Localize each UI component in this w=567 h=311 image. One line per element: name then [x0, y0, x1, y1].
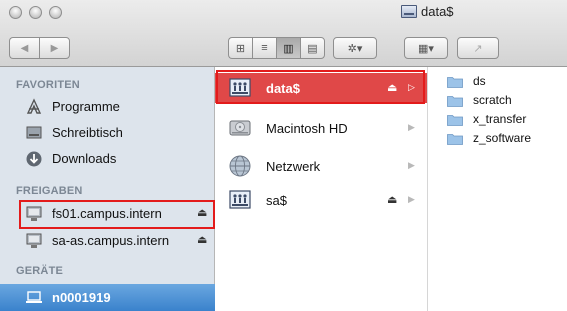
- list-item-label: scratch: [473, 93, 512, 107]
- window-title-text: data$: [421, 4, 454, 19]
- list-item-folder[interactable]: x_transfer: [429, 111, 567, 129]
- applications-icon: [26, 98, 42, 114]
- list-item-label: x_transfer: [473, 112, 527, 126]
- finder-window: data$ ◀ ▶ ⊞ ≡ ▥ ▤ ✲▾ ▦▾ ↗ FAVORITEN Prog…: [0, 0, 567, 311]
- network-volume-icon: [229, 78, 251, 97]
- network-share-icon: [401, 5, 417, 18]
- list-item-label: Netzwerk: [266, 159, 321, 174]
- forward-arrow-icon: ▶: [50, 42, 59, 54]
- server-icon: [26, 206, 42, 221]
- sidebar-item-label: Programme: [52, 99, 120, 114]
- column-folders: ds scratch x_transfer z_software: [429, 67, 567, 311]
- coverflow-view-icon: ▤: [307, 42, 318, 55]
- list-item-data$[interactable]: data$ ⏏ ▷: [215, 73, 427, 103]
- hard-drive-icon: [229, 120, 251, 136]
- downloads-icon: [26, 151, 42, 167]
- share-button[interactable]: ↗: [457, 37, 499, 59]
- chevron-right-icon: ▷: [408, 82, 415, 92]
- chevron-right-icon: ▶: [408, 122, 415, 132]
- server-icon: [26, 233, 42, 248]
- laptop-icon: [26, 291, 42, 303]
- list-item-netzwerk[interactable]: Netzwerk ▶: [215, 151, 427, 181]
- list-item-folder[interactable]: scratch: [429, 92, 567, 110]
- eject-icon[interactable]: ⏏: [387, 81, 397, 94]
- list-item-sa$[interactable]: sa$ ⏏ ▶: [215, 185, 427, 215]
- list-item-label: Macintosh HD: [266, 121, 348, 136]
- back-arrow-icon: ◀: [20, 42, 29, 54]
- toolbar: data$ ◀ ▶ ⊞ ≡ ▥ ▤ ✲▾ ▦▾ ↗: [0, 0, 567, 67]
- view-columns-button[interactable]: ▥: [276, 37, 300, 59]
- folder-icon: [447, 115, 463, 126]
- list-item-folder[interactable]: z_software: [429, 130, 567, 148]
- folder-icon: [447, 77, 463, 88]
- network-globe-icon: [229, 155, 251, 177]
- list-item-folder[interactable]: ds: [429, 73, 567, 91]
- eject-icon[interactable]: ⏏: [387, 193, 397, 206]
- folder-icon: [447, 134, 463, 145]
- list-item-label: sa$: [266, 193, 287, 208]
- close-window-button[interactable]: [9, 6, 22, 19]
- share-icon: ↗: [473, 42, 483, 55]
- list-item-macintosh-hd[interactable]: Macintosh HD ▶: [215, 113, 427, 143]
- sidebar-item-fs01[interactable]: fs01.campus.intern ⏏: [0, 202, 215, 226]
- chevron-right-icon: ▶: [408, 194, 415, 204]
- view-icons-button[interactable]: ⊞: [228, 37, 252, 59]
- arrange-menu-button[interactable]: ▦▾: [404, 37, 448, 59]
- list-item-label: data$: [266, 81, 300, 96]
- action-menu-button[interactable]: ✲▾: [333, 37, 377, 59]
- sidebar-item-schreibtisch[interactable]: Schreibtisch: [0, 121, 215, 145]
- sidebar: FAVORITEN Programme Schreibtisch Downloa…: [0, 67, 215, 311]
- window-title: data$: [401, 3, 454, 20]
- sidebar-item-programme[interactable]: Programme: [0, 95, 215, 119]
- back-button[interactable]: ◀: [9, 37, 39, 59]
- list-item-label: z_software: [473, 131, 532, 145]
- list-item-label: ds: [473, 74, 486, 88]
- gear-icon: ✲▾: [347, 42, 363, 55]
- eject-icon[interactable]: ⏏: [197, 206, 207, 219]
- folder-icon: [447, 96, 463, 107]
- sidebar-item-label: Schreibtisch: [52, 125, 123, 140]
- sidebar-heading-devices: GERÄTE: [16, 265, 64, 277]
- network-volume-icon: [229, 190, 251, 209]
- sidebar-item-label: n0001919: [52, 290, 111, 305]
- minimize-window-button[interactable]: [29, 6, 42, 19]
- view-coverflow-button[interactable]: ▤: [300, 37, 325, 59]
- sidebar-heading-shares: FREIGABEN: [16, 185, 83, 197]
- zoom-window-button[interactable]: [49, 6, 62, 19]
- sidebar-item-n0001919[interactable]: n0001919: [0, 284, 215, 311]
- list-view-icon: ≡: [261, 42, 268, 54]
- desktop-icon: [26, 126, 42, 139]
- sidebar-item-label: fs01.campus.intern: [52, 206, 162, 221]
- column-view-icon: ▥: [283, 42, 294, 55]
- view-list-button[interactable]: ≡: [252, 37, 276, 59]
- arrange-grid-icon: ▦▾: [418, 42, 434, 55]
- forward-button[interactable]: ▶: [39, 37, 70, 59]
- sidebar-item-label: sa-as.campus.intern: [52, 233, 170, 248]
- column-volumes: data$ ⏏ ▷ Macintosh HD ▶ Netzwerk ▶ sa$ …: [215, 67, 428, 311]
- sidebar-item-label: Downloads: [52, 151, 117, 166]
- sidebar-item-downloads[interactable]: Downloads: [0, 147, 215, 171]
- sidebar-heading-favorites: FAVORITEN: [16, 79, 80, 91]
- icon-view-icon: ⊞: [235, 42, 246, 55]
- chevron-right-icon: ▶: [408, 160, 415, 170]
- sidebar-item-sa-as[interactable]: sa-as.campus.intern ⏏: [0, 229, 215, 253]
- eject-icon[interactable]: ⏏: [197, 233, 207, 246]
